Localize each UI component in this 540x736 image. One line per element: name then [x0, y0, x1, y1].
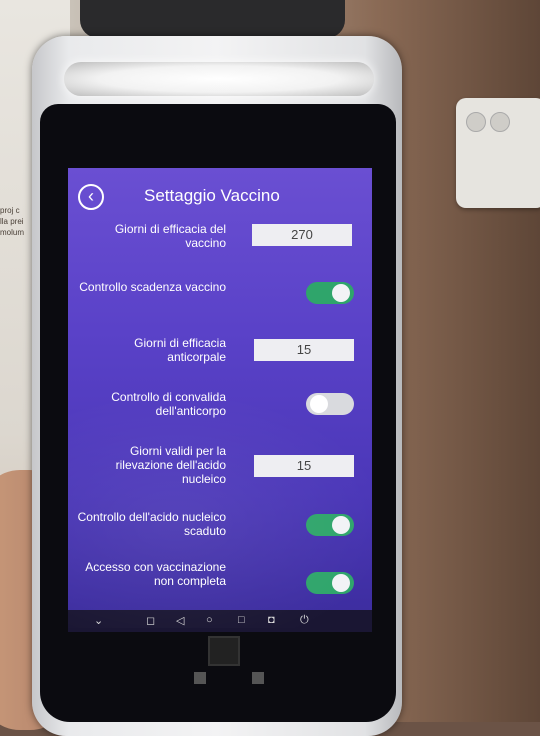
device-screen: ‹ Settaggio Vaccino Giorni di efficacia …: [68, 168, 372, 632]
home-icon[interactable]: ○: [206, 614, 213, 626]
setting-label: Giorni di efficacia anticorpale: [134, 336, 226, 364]
setting-label: Giorni validi per la rilevazione dell'ac…: [115, 444, 226, 486]
back-icon[interactable]: ◁: [176, 614, 184, 627]
power-icon[interactable]: ⏻: [300, 614, 309, 627]
android-nav-bar: ⌄ ◻ ◁ ○ □ ◘ ⏻: [68, 610, 372, 632]
setting-label: Accesso con vaccinazione non completa: [85, 560, 226, 588]
volume-up-icon[interactable]: ◘: [268, 614, 275, 626]
setting-label: Controllo scadenza vaccino: [79, 280, 226, 294]
toggle-thumb: [310, 395, 328, 413]
vaccine-expiry-check-toggle[interactable]: [306, 282, 354, 304]
toggle-thumb: [332, 284, 350, 302]
setting-label: Controllo di convalida dell'anticorpo: [111, 390, 226, 418]
setting-label: Controllo dell'acido nucleico scaduto: [77, 510, 226, 538]
toggle-thumb: [332, 516, 350, 534]
incomplete-vaccination-access-toggle[interactable]: [306, 572, 354, 594]
device-stand: [80, 0, 345, 38]
wall-thermostat: [456, 98, 540, 208]
volume-down-icon[interactable]: ◻: [146, 614, 155, 627]
thermostat-knob: [490, 112, 510, 132]
qr-scanner: [208, 636, 240, 666]
toggle-thumb: [332, 574, 350, 592]
sensor-left: [194, 672, 206, 684]
sensor-right: [252, 672, 264, 684]
back-arrow-icon[interactable]: ‹: [78, 184, 104, 210]
vaccine-efficacy-days-field[interactable]: 270: [252, 224, 352, 246]
antibody-validation-toggle[interactable]: [306, 393, 354, 415]
thermostat-knob: [466, 112, 486, 132]
nucleic-acid-valid-days-field[interactable]: 15: [254, 455, 354, 477]
nucleic-acid-expiry-toggle[interactable]: [306, 514, 354, 536]
device-light-bar: [64, 62, 374, 96]
recent-apps-icon[interactable]: □: [238, 614, 245, 626]
collapse-icon[interactable]: ⌄: [94, 614, 103, 627]
antibody-efficacy-days-field[interactable]: 15: [254, 339, 354, 361]
page-title: Settaggio Vaccino: [144, 186, 280, 205]
setting-label: Giorni di efficacia del vaccino: [114, 222, 226, 250]
